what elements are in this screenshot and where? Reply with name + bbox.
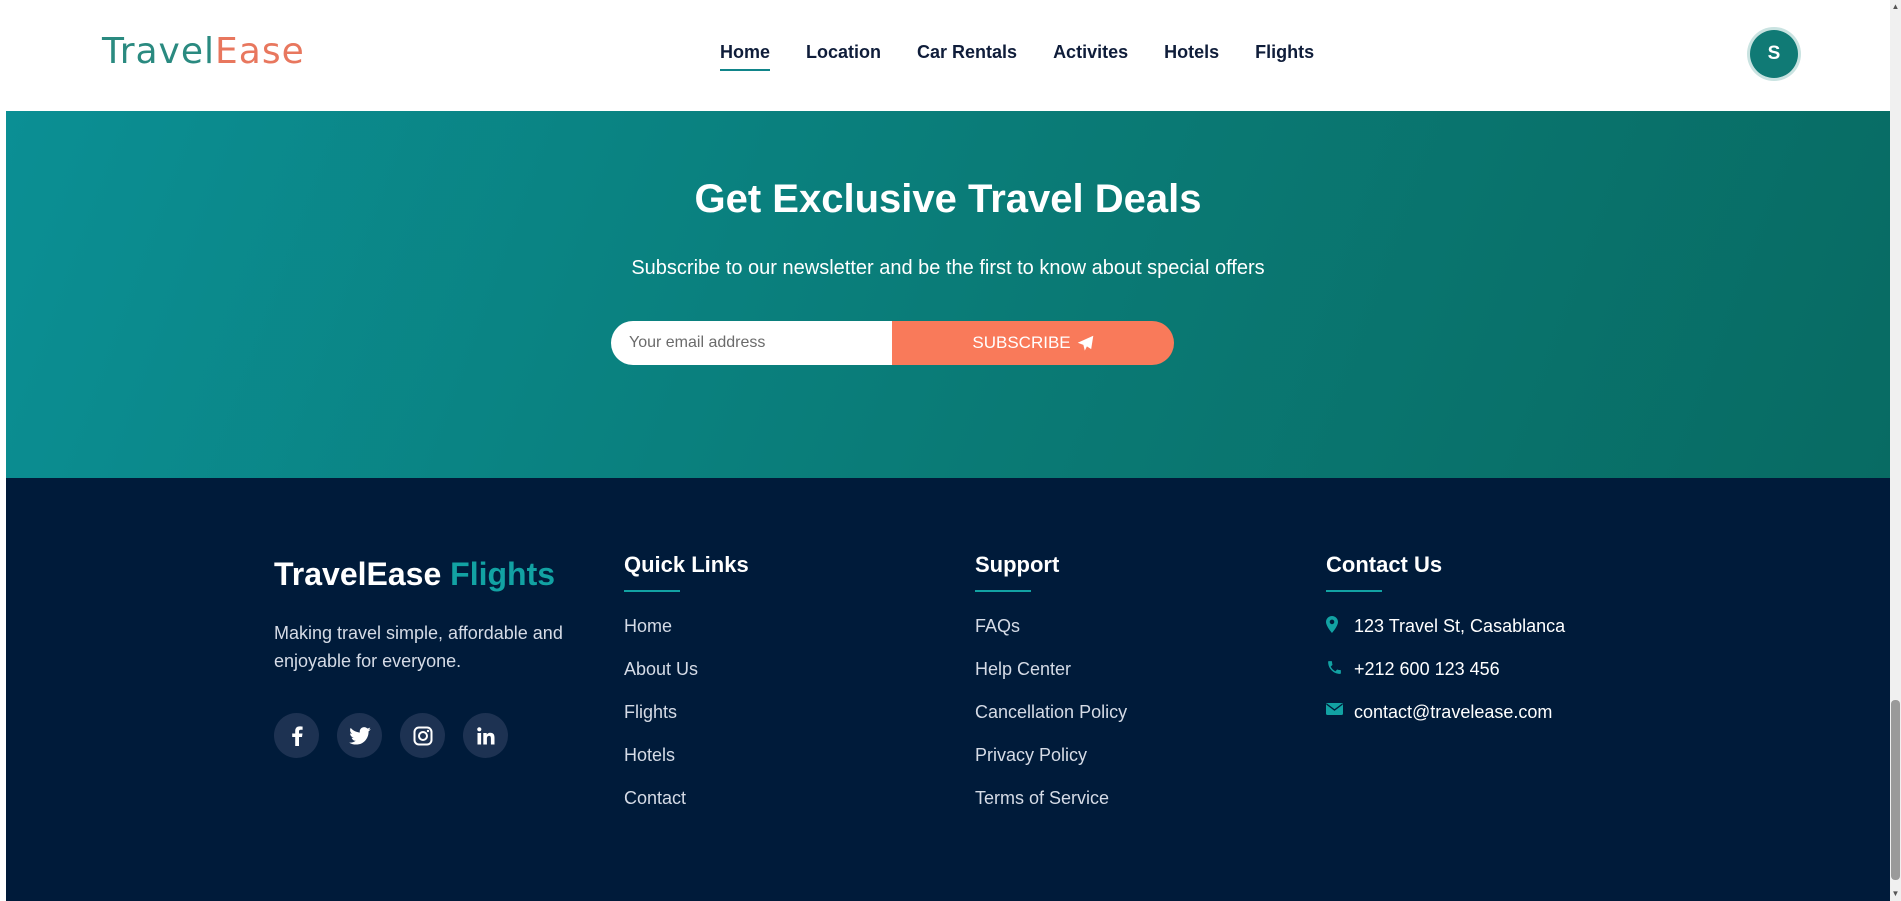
subscribe-button[interactable]: SUBSCRIBE bbox=[892, 321, 1174, 365]
footer-brand-name: TravelEase bbox=[274, 556, 442, 592]
page-scrollbar[interactable]: ▲ ▼ bbox=[1890, 0, 1901, 901]
user-avatar[interactable]: S bbox=[1750, 30, 1798, 78]
main-nav: Home Location Car Rentals Activites Hote… bbox=[720, 42, 1350, 71]
quick-links-column: Quick Links Home About Us Flights Hotels… bbox=[624, 552, 749, 831]
contact-address-text: 123 Travel St, Casablanca bbox=[1354, 616, 1566, 636]
support-list: FAQs Help Center Cancellation Policy Pri… bbox=[975, 616, 1127, 831]
footer-about-text: Making travel simple, affordable and enj… bbox=[274, 623, 563, 671]
nav-hotels[interactable]: Hotels bbox=[1164, 42, 1219, 71]
newsletter-subtitle: Subscribe to our newsletter and be the f… bbox=[631, 257, 1265, 279]
contact-phone-text[interactable]: +212 600 123 456 bbox=[1354, 659, 1500, 679]
newsletter-title: Get Exclusive Travel Deals bbox=[694, 177, 1202, 221]
contact-address: 123 Travel St, Casablanca bbox=[1326, 616, 1565, 659]
newsletter-section: Get Exclusive Travel Deals Subscribe to … bbox=[6, 111, 1890, 478]
footer-brand: TravelEase Flights bbox=[274, 556, 555, 593]
footer-link-terms-of-service[interactable]: Terms of Service bbox=[975, 788, 1109, 808]
quick-links-title: Quick Links bbox=[624, 552, 749, 592]
list-item: Help Center bbox=[975, 659, 1127, 702]
list-item: Contact bbox=[624, 788, 749, 831]
contact-title: Contact Us bbox=[1326, 552, 1565, 592]
footer-brand-accent: Flights bbox=[450, 556, 556, 592]
footer-link-flights[interactable]: Flights bbox=[624, 702, 677, 722]
site-header: TravelEase Home Location Car Rentals Act… bbox=[6, 0, 1890, 111]
logo-part-travel: Travel bbox=[102, 31, 216, 72]
footer-link-contact[interactable]: Contact bbox=[624, 788, 686, 808]
site-logo[interactable]: TravelEase bbox=[102, 31, 305, 72]
facebook-icon[interactable] bbox=[274, 713, 319, 758]
list-item: Hotels bbox=[624, 745, 749, 788]
instagram-icon[interactable] bbox=[400, 713, 445, 758]
nav-flights[interactable]: Flights bbox=[1255, 42, 1314, 71]
paper-plane-icon bbox=[1077, 335, 1093, 351]
contact-list: 123 Travel St, Casablanca +212 600 123 4… bbox=[1326, 616, 1565, 745]
list-item: Privacy Policy bbox=[975, 745, 1127, 788]
contact-email: contact@travelease.com bbox=[1326, 702, 1565, 745]
contact-email-text[interactable]: contact@travelease.com bbox=[1354, 702, 1552, 722]
site-footer: TravelEase Flights Making travel simple,… bbox=[6, 478, 1890, 901]
footer-link-home[interactable]: Home bbox=[624, 616, 672, 636]
logo-part-ease: Ease bbox=[215, 31, 305, 72]
nav-car-rentals[interactable]: Car Rentals bbox=[917, 42, 1017, 71]
contact-phone: +212 600 123 456 bbox=[1326, 659, 1565, 702]
nav-home[interactable]: Home bbox=[720, 42, 771, 71]
support-column: Support FAQs Help Center Cancellation Po… bbox=[975, 552, 1127, 831]
phone-icon bbox=[1326, 659, 1354, 676]
footer-link-about-us[interactable]: About Us bbox=[624, 659, 698, 679]
list-item: FAQs bbox=[975, 616, 1127, 659]
list-item: Home bbox=[624, 616, 749, 659]
contact-column: Contact Us 123 Travel St, Casablanca +21… bbox=[1326, 552, 1565, 745]
footer-link-faqs[interactable]: FAQs bbox=[975, 616, 1020, 636]
email-input[interactable] bbox=[611, 321, 892, 365]
list-item: About Us bbox=[624, 659, 749, 702]
envelope-icon bbox=[1326, 702, 1354, 716]
twitter-icon[interactable] bbox=[337, 713, 382, 758]
linkedin-icon[interactable] bbox=[463, 713, 508, 758]
subscribe-form: SUBSCRIBE bbox=[611, 321, 1174, 365]
map-pin-icon bbox=[1326, 616, 1354, 633]
support-title: Support bbox=[975, 552, 1127, 592]
subscribe-button-label: SUBSCRIBE bbox=[972, 333, 1071, 352]
nav-activities[interactable]: Activites bbox=[1053, 42, 1128, 71]
scroll-down-icon[interactable]: ▼ bbox=[1891, 889, 1900, 899]
social-links bbox=[274, 713, 508, 758]
quick-links-list: Home About Us Flights Hotels Contact bbox=[624, 616, 749, 831]
list-item: Cancellation Policy bbox=[975, 702, 1127, 745]
scrollbar-thumb[interactable] bbox=[1891, 700, 1900, 880]
scroll-up-icon[interactable]: ▲ bbox=[1891, 2, 1900, 12]
footer-link-cancellation-policy[interactable]: Cancellation Policy bbox=[975, 702, 1127, 722]
list-item: Flights bbox=[624, 702, 749, 745]
footer-link-privacy-policy[interactable]: Privacy Policy bbox=[975, 745, 1087, 765]
footer-link-help-center[interactable]: Help Center bbox=[975, 659, 1071, 679]
list-item: Terms of Service bbox=[975, 788, 1127, 831]
footer-link-hotels[interactable]: Hotels bbox=[624, 745, 675, 765]
nav-location[interactable]: Location bbox=[806, 42, 881, 71]
